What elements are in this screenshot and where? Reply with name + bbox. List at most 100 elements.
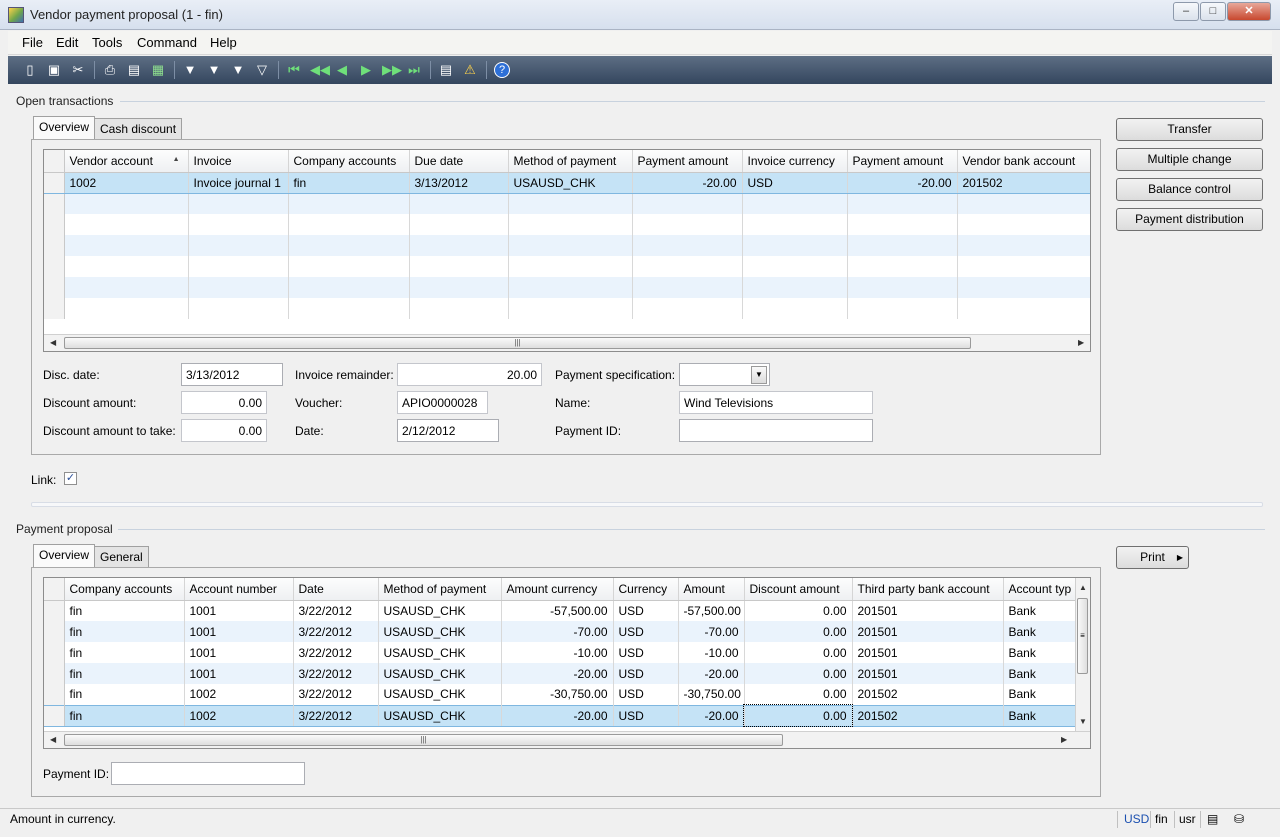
table-cell[interactable] xyxy=(288,277,410,298)
table-cell[interactable]: 1002 xyxy=(184,704,294,727)
table-cell[interactable] xyxy=(957,256,1090,277)
table-cell[interactable]: 201501 xyxy=(852,642,1004,663)
table-cell[interactable]: 1002 xyxy=(184,684,294,705)
scrollbar-thumb[interactable]: ||| xyxy=(64,337,971,349)
table-cell[interactable]: -20.00 xyxy=(501,704,614,727)
table-cell[interactable] xyxy=(847,277,958,298)
table-cell[interactable]: USD xyxy=(613,684,679,705)
table-cell[interactable]: 3/13/2012 xyxy=(409,171,509,194)
table-cell[interactable] xyxy=(188,235,289,256)
row-selector[interactable] xyxy=(44,684,65,705)
table-cell[interactable] xyxy=(64,298,189,319)
splitter[interactable] xyxy=(31,502,1263,507)
table-cell[interactable]: USAUSD_CHK xyxy=(508,171,633,194)
tab-general[interactable]: General xyxy=(94,546,149,568)
table-cell[interactable] xyxy=(742,235,848,256)
table-cell[interactable] xyxy=(847,214,958,235)
table-cell[interactable]: -20.00 xyxy=(501,663,614,684)
new-icon[interactable]: ▯ xyxy=(22,62,38,78)
table-cell[interactable]: -30,750.00 xyxy=(678,684,745,705)
table-cell[interactable]: -20.00 xyxy=(678,704,745,727)
table-row[interactable] xyxy=(44,235,1090,256)
column-header[interactable]: Invoice xyxy=(188,150,289,173)
tab-overview-proposal[interactable]: Overview xyxy=(33,544,96,568)
table-cell[interactable]: 1001 xyxy=(184,600,294,621)
table-cell[interactable] xyxy=(188,256,289,277)
column-header[interactable]: Method of payment xyxy=(378,578,502,601)
print-button[interactable]: Print ▶ xyxy=(1116,546,1189,569)
scrollbar-thumb-proposal[interactable]: ||| xyxy=(64,734,783,746)
table-cell[interactable]: Bank xyxy=(1003,663,1079,684)
column-header[interactable]: Payment amount xyxy=(632,150,743,173)
column-header[interactable]: Method of payment xyxy=(508,150,633,173)
table-cell[interactable] xyxy=(288,298,410,319)
next-record-icon[interactable]: ▶ xyxy=(358,62,374,78)
column-header[interactable]: Account typ xyxy=(1003,578,1079,601)
table-cell[interactable]: 3/22/2012 xyxy=(293,663,379,684)
table-cell[interactable] xyxy=(847,235,958,256)
table-cell[interactable]: 3/22/2012 xyxy=(293,600,379,621)
status-company[interactable]: fin xyxy=(1155,812,1168,826)
vertical-scrollbar[interactable]: ▲ ≡ ▼ xyxy=(1075,578,1090,731)
table-cell[interactable]: -20.00 xyxy=(678,663,745,684)
invoice-remainder-field[interactable]: 20.00 xyxy=(397,363,542,386)
row-selector[interactable] xyxy=(44,235,65,256)
column-header[interactable]: Amount xyxy=(678,578,745,601)
export-excel-icon[interactable]: ▦ xyxy=(150,62,166,78)
disc-date-field[interactable]: 3/13/2012 xyxy=(181,363,283,386)
table-cell[interactable]: 3/22/2012 xyxy=(293,704,379,727)
table-cell[interactable] xyxy=(847,298,958,319)
status-notifications-icon[interactable]: ▤ xyxy=(1207,812,1218,826)
table-cell[interactable] xyxy=(409,193,509,214)
column-header-sorted[interactable]: Vendor account ▲ xyxy=(64,150,189,173)
table-cell[interactable]: Invoice journal 1 xyxy=(188,171,289,194)
column-header[interactable]: Amount currency xyxy=(501,578,614,601)
table-cell[interactable]: USD xyxy=(613,621,679,642)
table-cell[interactable]: 0.00 xyxy=(744,621,853,642)
table-cell[interactable] xyxy=(409,298,509,319)
table-row[interactable]: fin 1001 3/22/2012 USAUSD_CHK -20.00 USD -20.0… xyxy=(44,663,1079,684)
table-cell[interactable]: fin xyxy=(64,600,185,621)
table-cell[interactable]: 3/22/2012 xyxy=(293,642,379,663)
column-header[interactable]: Discount amount xyxy=(744,578,853,601)
table-cell[interactable]: USD xyxy=(613,663,679,684)
table-cell[interactable]: -10.00 xyxy=(501,642,614,663)
payment-distribution-button[interactable]: Payment distribution xyxy=(1116,208,1263,231)
table-cell[interactable] xyxy=(742,214,848,235)
row-selector[interactable] xyxy=(44,171,65,194)
table-cell[interactable] xyxy=(508,235,633,256)
table-row[interactable] xyxy=(44,214,1090,235)
table-cell[interactable]: 0.00 xyxy=(744,684,853,705)
table-cell[interactable] xyxy=(64,214,189,235)
table-cell[interactable]: USAUSD_CHK xyxy=(378,704,502,727)
table-cell[interactable]: 0.00 xyxy=(743,704,853,727)
table-cell[interactable]: Bank xyxy=(1003,642,1079,663)
table-cell[interactable] xyxy=(188,214,289,235)
table-cell[interactable] xyxy=(409,256,509,277)
table-cell[interactable]: -10.00 xyxy=(678,642,745,663)
table-cell[interactable] xyxy=(64,235,189,256)
table-cell[interactable]: fin xyxy=(64,621,185,642)
table-cell[interactable]: 0.00 xyxy=(744,642,853,663)
discount-to-take-field[interactable]: 0.00 xyxy=(181,419,267,442)
table-cell[interactable] xyxy=(632,298,743,319)
table-cell[interactable]: Bank xyxy=(1003,600,1079,621)
name-field[interactable]: Wind Televisions xyxy=(679,391,873,414)
table-cell[interactable]: 3/22/2012 xyxy=(293,621,379,642)
table-cell[interactable] xyxy=(188,193,289,214)
table-cell[interactable] xyxy=(957,214,1090,235)
table-cell[interactable] xyxy=(847,256,958,277)
help-icon[interactable]: ? xyxy=(494,62,510,78)
table-cell[interactable] xyxy=(632,256,743,277)
table-cell[interactable]: fin xyxy=(64,684,185,705)
table-cell[interactable] xyxy=(957,193,1090,214)
table-cell[interactable]: 201502 xyxy=(852,684,1004,705)
column-header[interactable]: Company accounts xyxy=(64,578,185,601)
row-selector[interactable] xyxy=(44,298,65,319)
previous-page-icon[interactable]: ◀◀ xyxy=(310,62,330,78)
multiple-change-button[interactable]: Multiple change xyxy=(1116,148,1263,171)
table-cell[interactable] xyxy=(288,193,410,214)
table-cell[interactable]: USAUSD_CHK xyxy=(378,621,502,642)
table-cell[interactable]: 1002 xyxy=(64,171,189,194)
table-cell[interactable]: 0.00 xyxy=(744,663,853,684)
